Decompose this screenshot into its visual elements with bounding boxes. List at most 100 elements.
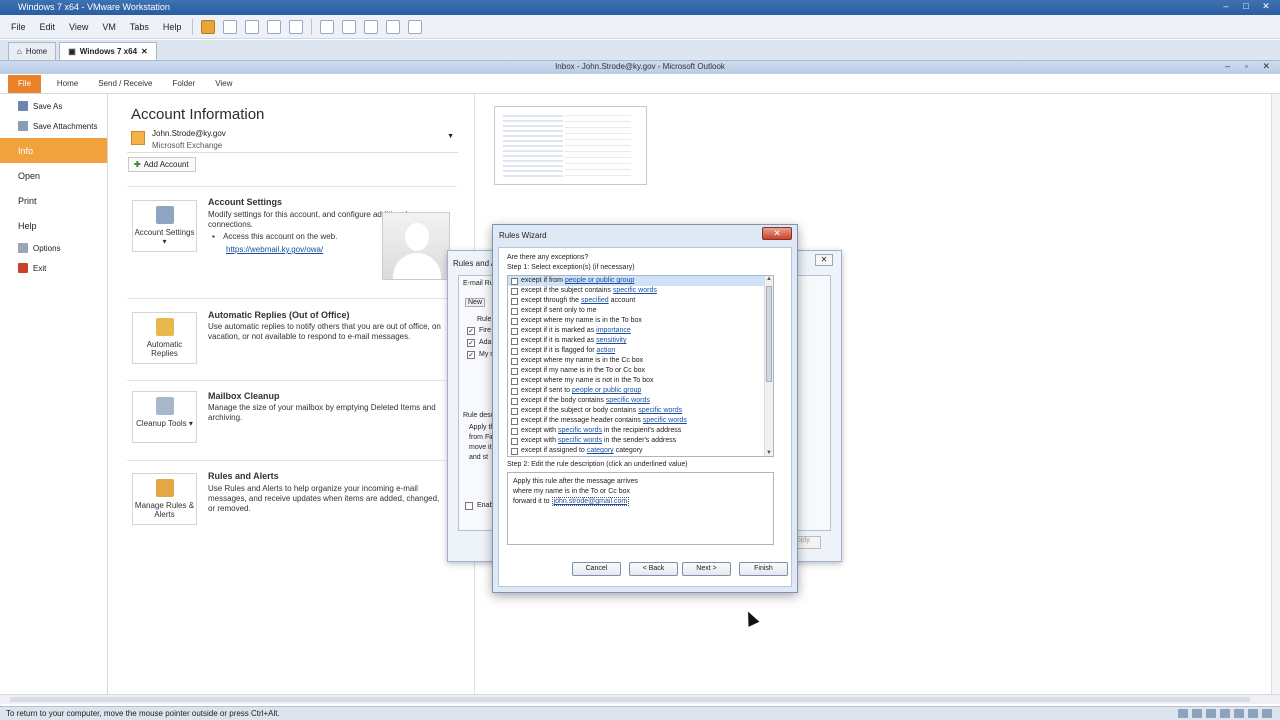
exception-item[interactable]: except if the subject contains specific w…: [508, 286, 773, 296]
send-ctrl-alt-del-icon[interactable]: [223, 19, 238, 34]
exception-checkbox[interactable]: [511, 397, 518, 405]
nav-open[interactable]: Open: [0, 163, 107, 188]
snapshot-icon[interactable]: [245, 19, 260, 34]
exception-checkbox[interactable]: [511, 417, 518, 425]
exception-checkbox[interactable]: [511, 387, 518, 395]
close-icon[interactable]: ✕: [1262, 61, 1270, 72]
add-account-button[interactable]: ✚ Add Account: [128, 157, 196, 172]
horizontal-scrollbar[interactable]: [0, 694, 1280, 704]
maximize-icon[interactable]: □: [1238, 1, 1254, 13]
minimize-icon[interactable]: –: [1225, 61, 1230, 71]
enable-checkbox[interactable]: [465, 502, 473, 510]
scroll-up-icon[interactable]: ▲: [766, 276, 772, 282]
rule-checkbox[interactable]: ✓: [467, 351, 475, 359]
exception-value-link[interactable]: category: [587, 446, 614, 456]
chevron-down-icon[interactable]: ▼: [447, 133, 454, 140]
usb-icon[interactable]: [1220, 709, 1230, 718]
exception-value-link[interactable]: action: [597, 346, 616, 356]
scroll-thumb[interactable]: [10, 697, 1250, 702]
menu-tabs[interactable]: Tabs: [123, 22, 156, 32]
exception-checkbox[interactable]: [511, 327, 518, 335]
close-icon[interactable]: ✕: [1258, 1, 1274, 13]
account-settings-tile[interactable]: Account Settings ▾: [132, 200, 197, 252]
email-rules-tab[interactable]: E-mail Rul: [463, 280, 495, 287]
unity-icon[interactable]: [386, 19, 401, 34]
exception-value-link[interactable]: specific words: [606, 396, 650, 406]
ribbon-tab-file[interactable]: File: [8, 74, 41, 93]
hard-disk-icon[interactable]: [1178, 709, 1188, 718]
display-icon[interactable]: [1262, 709, 1272, 718]
network-icon[interactable]: [1206, 709, 1216, 718]
rule-checkbox[interactable]: ✓: [467, 339, 475, 347]
account-selector[interactable]: John.Strode@ky.gov Microsoft Exchange ▼: [127, 127, 458, 153]
exception-item[interactable]: except if sent only to me: [508, 306, 773, 316]
close-icon[interactable]: ✕: [815, 254, 833, 266]
sound-icon[interactable]: [1234, 709, 1244, 718]
exception-item[interactable]: except with specific words in the sender's…: [508, 436, 773, 446]
menu-vm[interactable]: VM: [95, 22, 123, 32]
exception-value-link[interactable]: specific words: [638, 406, 682, 416]
avatar[interactable]: [382, 212, 450, 280]
nav-exit[interactable]: Exit: [0, 258, 107, 278]
snapshot-manager-icon[interactable]: [289, 19, 304, 34]
nav-info[interactable]: Info: [0, 138, 107, 163]
exception-item[interactable]: except where my name is in the To box: [508, 316, 773, 326]
exception-checkbox[interactable]: [511, 357, 518, 365]
exception-item[interactable]: except if it is marked as sensitivity: [508, 336, 773, 346]
exception-value-link[interactable]: specific words: [613, 286, 657, 296]
close-icon[interactable]: ✕: [762, 227, 792, 240]
exception-value-link[interactable]: specified: [581, 296, 609, 306]
nav-print[interactable]: Print: [0, 188, 107, 213]
exception-item[interactable]: except where my name is in the Cc box: [508, 356, 773, 366]
exception-checkbox[interactable]: [511, 287, 518, 295]
scroll-down-icon[interactable]: ▼: [766, 450, 772, 456]
exception-item[interactable]: except if from people or public group: [508, 276, 773, 286]
exception-item[interactable]: except through the specified account: [508, 296, 773, 306]
exception-value-link[interactable]: people or public group: [572, 386, 641, 396]
exception-item[interactable]: except if it is flagged for action: [508, 346, 773, 356]
exception-value-link[interactable]: importance: [596, 326, 631, 336]
thumbnail-view-icon[interactable]: [408, 19, 423, 34]
exception-item[interactable]: except if assigned to category category: [508, 446, 773, 456]
exception-item[interactable]: except if the body contains specific word…: [508, 396, 773, 406]
rule-name[interactable]: Fire: [479, 327, 491, 334]
menu-view[interactable]: View: [62, 22, 95, 32]
fullscreen-icon[interactable]: [364, 19, 379, 34]
exception-checkbox[interactable]: [511, 317, 518, 325]
exception-item[interactable]: except if the subject or body contains sp…: [508, 406, 773, 416]
exception-item[interactable]: except with specific words in the recipien…: [508, 426, 773, 436]
pause-icon[interactable]: [201, 19, 216, 34]
nav-help[interactable]: Help: [0, 213, 107, 238]
minimize-icon[interactable]: –: [1218, 1, 1234, 13]
back-button[interactable]: < Back: [629, 562, 678, 576]
exception-checkbox[interactable]: [511, 367, 518, 375]
ribbon-tab-folder[interactable]: Folder: [163, 79, 206, 88]
cancel-button[interactable]: Cancel: [572, 562, 621, 576]
close-tab-icon[interactable]: ✕: [141, 47, 148, 56]
exception-value-link[interactable]: specific words: [643, 416, 687, 426]
nav-save-as[interactable]: Save As: [0, 96, 107, 116]
exception-checkbox[interactable]: [511, 427, 518, 435]
exception-checkbox[interactable]: [511, 407, 518, 415]
exception-checkbox[interactable]: [511, 377, 518, 385]
exception-value-link[interactable]: specific words: [558, 436, 602, 446]
exception-item[interactable]: except if it is marked as importance: [508, 326, 773, 336]
menu-help[interactable]: Help: [156, 22, 189, 32]
next-button[interactable]: Next >: [682, 562, 731, 576]
restore-icon[interactable]: ▫: [1245, 61, 1248, 71]
tab-home[interactable]: ⌂ Home: [8, 42, 57, 60]
new-rule-button[interactable]: New: [465, 298, 486, 307]
exception-item[interactable]: except where my name is not in the To bo…: [508, 376, 773, 386]
nav-save-attachments[interactable]: Save Attachments: [0, 116, 107, 136]
exception-checkbox[interactable]: [511, 347, 518, 355]
exception-checkbox[interactable]: [511, 337, 518, 345]
exception-value-link[interactable]: sensitivity: [596, 336, 626, 346]
menu-edit[interactable]: Edit: [33, 22, 63, 32]
finish-button[interactable]: Finish: [739, 562, 788, 576]
tab-windows-7-x64[interactable]: ▣ Windows 7 x64 ✕: [59, 42, 157, 60]
owa-link[interactable]: https://webmail.ky.gov/owa/: [226, 245, 323, 254]
ribbon-tab-home[interactable]: Home: [47, 79, 88, 88]
revert-snapshot-icon[interactable]: [267, 19, 282, 34]
sidebar-toggle-icon[interactable]: [320, 19, 335, 34]
exception-item[interactable]: except if sent to people or public group: [508, 386, 773, 396]
